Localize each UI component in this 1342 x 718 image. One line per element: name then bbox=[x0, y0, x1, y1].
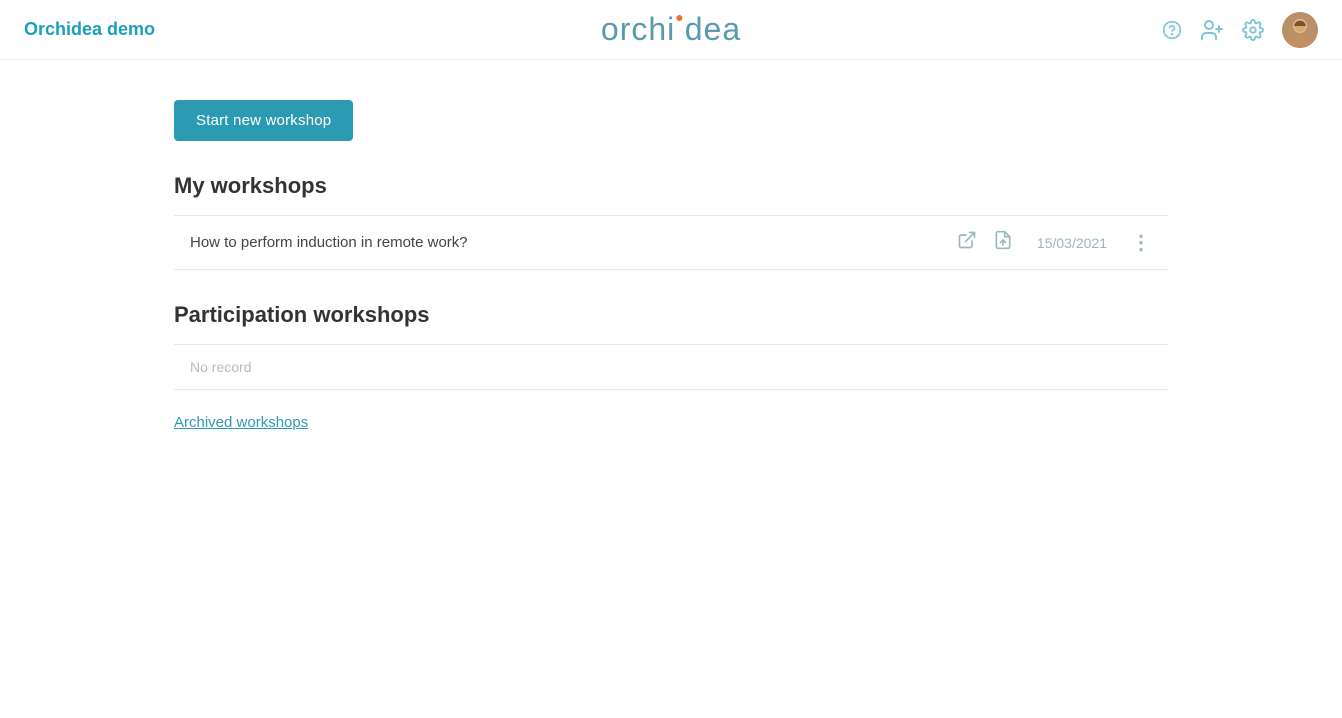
gear-icon[interactable] bbox=[1242, 19, 1264, 41]
archived-workshops-link[interactable]: Archived workshops bbox=[174, 414, 308, 431]
user-avatar[interactable] bbox=[1282, 12, 1318, 48]
my-workshops-title: My workshops bbox=[174, 173, 1168, 199]
main-content: Start new workshop My workshops How to p… bbox=[0, 60, 1342, 472]
export-workshop-icon[interactable] bbox=[993, 230, 1013, 255]
no-record-text: No record bbox=[174, 344, 1168, 390]
add-user-icon[interactable] bbox=[1200, 18, 1224, 42]
header-actions bbox=[1162, 12, 1318, 48]
help-icon[interactable] bbox=[1162, 20, 1182, 40]
workshop-item: How to perform induction in remote work? bbox=[174, 215, 1168, 270]
start-workshop-button[interactable]: Start new workshop bbox=[174, 100, 353, 141]
logo: orchi●dea bbox=[601, 11, 741, 48]
workshop-item-actions: 15/03/2021 ⋮ bbox=[957, 230, 1152, 255]
logo-text: orchi●dea bbox=[601, 11, 741, 48]
header: Orchidea demo orchi●dea bbox=[0, 0, 1342, 60]
participation-workshops-title: Participation workshops bbox=[174, 302, 1168, 328]
workshop-menu-button[interactable]: ⋮ bbox=[1131, 230, 1152, 255]
workshop-item-date: 15/03/2021 bbox=[1037, 235, 1107, 251]
open-workshop-icon[interactable] bbox=[957, 230, 977, 255]
workshop-item-title: How to perform induction in remote work? bbox=[190, 234, 957, 251]
brand-link[interactable]: Orchidea demo bbox=[24, 19, 155, 40]
